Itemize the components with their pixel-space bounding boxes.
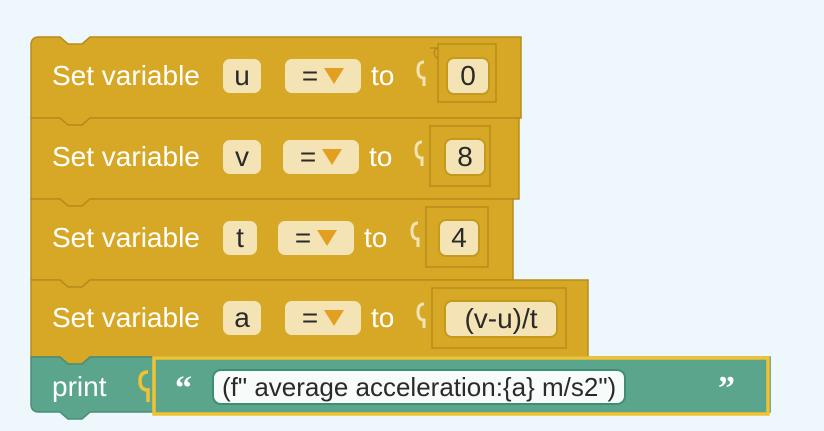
- dropdown-arrow-icon: [322, 149, 343, 165]
- operator-symbol: =: [294, 222, 312, 253]
- operator-symbol: =: [301, 60, 319, 91]
- operator-symbol: =: [301, 302, 319, 333]
- close-quote-icon: ”: [718, 370, 735, 407]
- value-field[interactable]: 8: [444, 138, 486, 176]
- dropdown-arrow-icon: [324, 68, 345, 84]
- dropdown-arrow-icon: [324, 310, 345, 326]
- variable-name-field[interactable]: u: [223, 59, 261, 93]
- operator-dropdown[interactable]: =: [285, 59, 361, 93]
- string-text-field[interactable]: (f" average acceleration:{a} m/s2"): [212, 369, 627, 405]
- to-label: to: [371, 302, 395, 333]
- operator-dropdown[interactable]: =: [285, 301, 361, 335]
- dropdown-arrow-icon: [317, 230, 338, 246]
- blockly-workspace[interactable]: Set variable u = to 0 Set variable v = t…: [0, 0, 824, 431]
- value-field[interactable]: 4: [438, 219, 480, 257]
- operator-dropdown[interactable]: =: [278, 221, 354, 255]
- to-label: to: [364, 222, 388, 253]
- value-expression-field[interactable]: (v-u)/t: [444, 300, 558, 338]
- set-variable-label: Set variable: [52, 302, 200, 333]
- set-variable-label: Set variable: [52, 141, 200, 172]
- variable-name-field[interactable]: t: [223, 221, 257, 255]
- open-quote-icon: “: [175, 370, 192, 407]
- to-label: to: [371, 60, 395, 91]
- set-variable-label: Set variable: [52, 60, 200, 91]
- to-label: to: [369, 141, 393, 172]
- value-field[interactable]: 0: [446, 57, 490, 95]
- variable-name-field[interactable]: v: [223, 140, 261, 174]
- operator-symbol: =: [299, 141, 317, 172]
- variable-name-field[interactable]: a: [223, 301, 261, 335]
- print-label: print: [52, 371, 107, 402]
- operator-dropdown[interactable]: =: [283, 140, 359, 174]
- set-variable-label: Set variable: [52, 222, 200, 253]
